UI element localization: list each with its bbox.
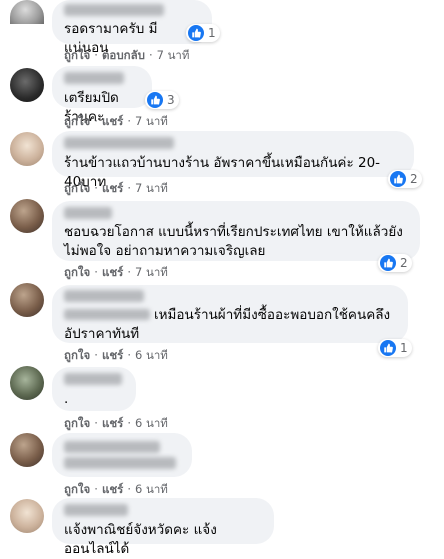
comment-actions: ถูกใจ · แชร์ · 6 นาที [64, 348, 168, 362]
author-name-line-2[interactable] [64, 457, 176, 469]
reaction-badge[interactable]: 3 [145, 91, 179, 109]
reaction-count: 1 [208, 26, 216, 40]
comment-text: ชอบฉวยโอกาส แบบนี้หราที่เรียกประเทศไทย เ… [64, 224, 403, 259]
author-name[interactable] [64, 504, 128, 516]
comment-bubble: . [52, 367, 136, 411]
author-name[interactable] [64, 4, 164, 16]
like-thumb-icon [390, 171, 406, 187]
reaction-count: 2 [410, 172, 418, 186]
avatar[interactable] [10, 366, 44, 400]
comment-actions: ถูกใจ · แชร์ · 7 นาที [64, 265, 168, 279]
comment-actions: ถูกใจ · แชร์ · 7 นาที [64, 181, 168, 195]
avatar[interactable] [10, 68, 44, 102]
reaction-count: 1 [400, 341, 408, 355]
share-link[interactable]: แชร์ [102, 114, 123, 128]
comment-bubble: เหมือนร้านผ้าที่มีงซื้ออะพอบอกใช้คนคลึง … [52, 285, 408, 343]
author-name[interactable] [64, 373, 122, 385]
avatar[interactable] [10, 199, 44, 233]
like-link[interactable]: ถูกใจ [64, 48, 90, 62]
reaction-count: 2 [400, 256, 408, 270]
comment-bubble: เตรียมปิดร้านคะ [52, 66, 152, 125]
like-link[interactable]: ถูกใจ [64, 265, 90, 279]
reaction-badge[interactable]: 1 [186, 24, 220, 42]
comment-text: . [64, 391, 69, 407]
timestamp[interactable]: 7 นาที [135, 114, 168, 128]
timestamp[interactable]: 7 นาที [135, 181, 168, 195]
author-name[interactable] [64, 290, 144, 302]
share-link[interactable]: แชร์ [102, 348, 123, 362]
reply-link[interactable]: ตอบกลับ [102, 48, 145, 62]
like-link[interactable]: ถูกใจ [64, 348, 90, 362]
like-thumb-icon [380, 255, 396, 271]
author-name[interactable] [64, 72, 124, 84]
avatar[interactable] [10, 499, 44, 533]
reaction-badge[interactable]: 2 [378, 254, 412, 272]
comment-actions: ถูกใจ · แชร์ · 6 นาที [64, 416, 168, 430]
comment-text: แจ้งพาณิชย์จังหวัดคะ แจ้งออนไลน์ได้ [64, 522, 217, 557]
timestamp[interactable]: 7 นาที [157, 48, 190, 62]
like-link[interactable]: ถูกใจ [64, 482, 90, 496]
like-thumb-icon [188, 25, 204, 41]
avatar[interactable] [10, 283, 44, 317]
reaction-badge[interactable]: 2 [388, 170, 422, 188]
reaction-count: 3 [167, 93, 175, 107]
like-link[interactable]: ถูกใจ [64, 114, 90, 128]
comment-actions: ถูกใจ · แชร์ · 7 นาที [64, 114, 168, 128]
comment-bubble: แจ้งพาณิชย์จังหวัดคะ แจ้งออนไลน์ได้ [52, 498, 274, 557]
comment-bubble: ร้านข้าวแถวบ้านบางร้าน อัพราคาขึ้นเหมือน… [52, 131, 414, 190]
comment-actions: ถูกใจ · แชร์ · 6 นาที [64, 482, 168, 496]
avatar[interactable] [10, 132, 44, 166]
mentioned-name[interactable] [64, 309, 150, 320]
like-link[interactable]: ถูกใจ [64, 416, 90, 430]
author-name[interactable] [64, 441, 160, 453]
share-link[interactable]: แชร์ [102, 482, 123, 496]
avatar[interactable] [10, 0, 44, 24]
like-thumb-icon [147, 92, 163, 108]
share-link[interactable]: แชร์ [102, 181, 123, 195]
timestamp[interactable]: 6 นาที [135, 416, 168, 430]
author-name[interactable] [64, 137, 174, 149]
reaction-badge[interactable]: 1 [378, 339, 412, 357]
timestamp[interactable]: 6 นาที [135, 482, 168, 496]
like-link[interactable]: ถูกใจ [64, 181, 90, 195]
timestamp[interactable]: 6 นาที [135, 348, 168, 362]
comment-bubble: ชอบฉวยโอกาส แบบนี้หราที่เรียกประเทศไทย เ… [52, 201, 420, 261]
author-name[interactable] [64, 207, 112, 219]
timestamp[interactable]: 7 นาที [135, 265, 168, 279]
comment-actions: ถูกใจ · ตอบกลับ · 7 นาที [64, 48, 190, 62]
share-link[interactable]: แชร์ [102, 265, 123, 279]
comment-text: เหมือนร้านผ้าที่มีงซื้ออะพอบอกใช้คนคลึง … [64, 307, 391, 342]
like-thumb-icon [380, 340, 396, 356]
comment-bubble [52, 433, 192, 477]
avatar[interactable] [10, 433, 44, 467]
share-link[interactable]: แชร์ [102, 416, 123, 430]
